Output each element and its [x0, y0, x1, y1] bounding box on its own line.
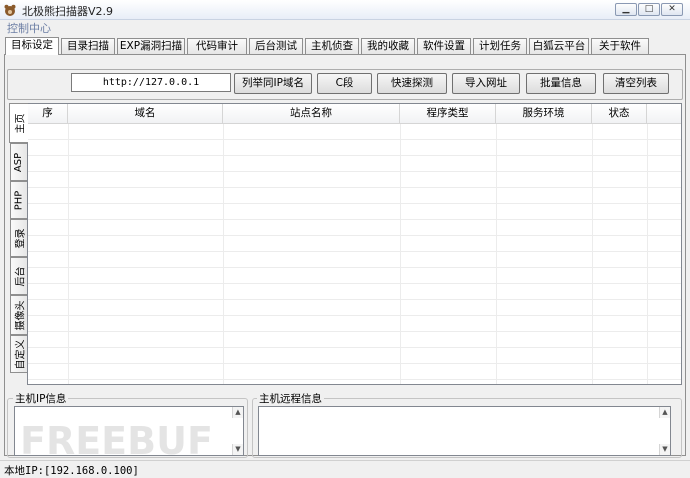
close-button[interactable]: ✕	[661, 3, 683, 16]
side-tab-admin[interactable]: 后台	[10, 257, 27, 295]
side-tab-camera[interactable]: 摄像头	[10, 295, 27, 335]
clear-list-button[interactable]: 清空列表	[603, 73, 669, 94]
column-status[interactable]: 状态	[592, 104, 647, 124]
tab-host-recon[interactable]: 主机侦查	[305, 38, 359, 54]
tab-favorites[interactable]: 我的收藏	[361, 38, 415, 54]
local-ip-status: 本地IP:[192.168.0.100]	[4, 465, 139, 477]
column-program-type[interactable]: 程序类型	[400, 104, 496, 124]
host-remote-label: 主机远程信息	[257, 393, 324, 405]
results-table-grid	[28, 124, 681, 384]
maximize-icon: □	[644, 4, 654, 14]
column-index[interactable]: 序	[28, 104, 68, 124]
side-tab-php[interactable]: PHP	[10, 181, 27, 219]
column-site-name[interactable]: 站点名称	[223, 104, 400, 124]
import-urls-button[interactable]: 导入网址	[452, 73, 520, 94]
minimize-icon: ▁	[622, 4, 630, 14]
main-tabs: 目标设定 目录扫描 EXP漏洞扫描 代码审计 后台测试 主机侦查 我的收藏 软件…	[5, 37, 685, 55]
grid-line	[68, 124, 69, 384]
results-table-header: 序 域名 站点名称 程序类型 服务环境 状态	[28, 104, 681, 124]
scroll-up-icon[interactable]: ▲	[659, 407, 670, 418]
grid-line	[496, 124, 497, 384]
minimize-button[interactable]: ▁	[615, 3, 637, 16]
results-table[interactable]: 序 域名 站点名称 程序类型 服务环境 状态	[27, 103, 682, 385]
list-same-ip-domains-button[interactable]: 列举同IP域名	[234, 73, 312, 94]
host-ip-label: 主机IP信息	[13, 393, 69, 405]
tab-exp-vuln-scan[interactable]: EXP漏洞扫描	[117, 38, 185, 54]
menu-control-center[interactable]: 控制中心	[7, 20, 51, 36]
title-bar: 北极熊扫描器V2.9 ▁ □ ✕	[0, 0, 690, 20]
target-url-input[interactable]: http://127.0.0.1	[71, 73, 231, 92]
menu-bar: 控制中心	[0, 20, 690, 36]
window-title: 北极熊扫描器V2.9	[22, 5, 114, 18]
column-filler	[647, 104, 681, 124]
scroll-up-icon[interactable]: ▲	[232, 407, 243, 418]
grid-line	[223, 124, 224, 384]
grid-line	[400, 124, 401, 384]
c-segment-button[interactable]: C段	[317, 73, 372, 94]
tab-target-settings[interactable]: 目标设定	[5, 37, 59, 55]
tab-code-audit[interactable]: 代码审计	[187, 38, 247, 54]
quick-probe-button[interactable]: 快速探测	[377, 73, 447, 94]
tab-whitefox-cloud[interactable]: 白狐云平台	[529, 38, 589, 54]
side-tab-login[interactable]: 登录	[10, 219, 27, 257]
tab-about[interactable]: 关于软件	[591, 38, 649, 54]
freebuf-watermark-logo: FREEBUF	[20, 419, 213, 462]
maximize-button[interactable]: □	[638, 3, 660, 16]
scroll-down-icon[interactable]: ▼	[659, 444, 670, 455]
status-bar: 本地IP:[192.168.0.100]	[0, 460, 690, 478]
grid-line	[647, 124, 648, 384]
tab-admin-test[interactable]: 后台测试	[249, 38, 303, 54]
batch-info-button[interactable]: 批量信息	[526, 73, 596, 94]
grid-line	[592, 124, 593, 384]
side-tab-custom[interactable]: 自定义	[10, 335, 27, 373]
side-tab-asp[interactable]: ASP	[10, 143, 27, 181]
svg-text:FREEBUF: FREEBUF	[20, 419, 213, 462]
scroll-down-icon[interactable]: ▼	[232, 444, 243, 455]
bear-icon	[4, 4, 16, 16]
column-domain[interactable]: 域名	[68, 104, 223, 124]
tab-software-settings[interactable]: 软件设置	[417, 38, 471, 54]
side-tab-home[interactable]: 主页	[9, 103, 28, 143]
tab-directory-scan[interactable]: 目录扫描	[61, 38, 115, 54]
host-remote-textarea[interactable]: ▲ ▼	[258, 406, 671, 456]
tab-scheduled-tasks[interactable]: 计划任务	[473, 38, 527, 54]
column-server-env[interactable]: 服务环境	[496, 104, 592, 124]
close-icon: ✕	[668, 4, 676, 14]
